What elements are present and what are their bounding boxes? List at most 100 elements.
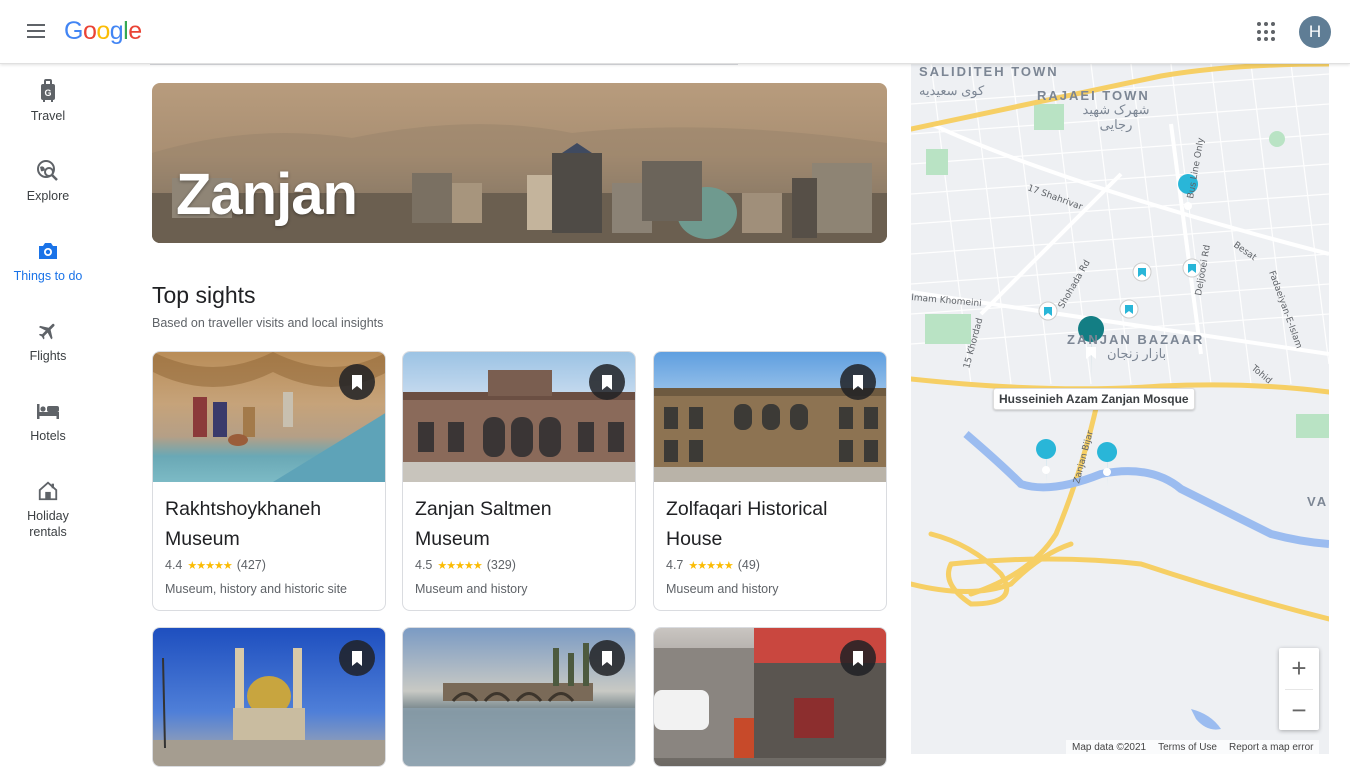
terms-link[interactable]: Terms of Use xyxy=(1158,742,1217,753)
map-zoom-controls: + − xyxy=(1279,648,1319,730)
logo-letter: o xyxy=(96,17,110,45)
review-count: (49) xyxy=(737,558,760,572)
sight-rating: 4.5 ★★★★★ (329) xyxy=(403,554,635,572)
review-count: (427) xyxy=(236,558,266,572)
apps-dot xyxy=(1257,29,1261,34)
sight-name: Zanjan Saltmen Museum xyxy=(415,498,552,550)
map-area-label: ZANJAN BAZAAR xyxy=(1067,332,1205,347)
apps-dot xyxy=(1264,29,1268,34)
side-navigation: G Travel Explore Things to do Flights Ho… xyxy=(0,64,96,544)
google-logo[interactable]: Google xyxy=(64,17,142,46)
nav-label: Travel xyxy=(30,109,66,123)
nav-item-explore[interactable]: Explore xyxy=(0,144,96,224)
sight-card[interactable] xyxy=(152,627,386,767)
explore-icon xyxy=(0,158,96,184)
apps-dot xyxy=(1271,37,1275,42)
menu-icon xyxy=(27,24,45,26)
apps-dot xyxy=(1257,37,1261,42)
street-label: 17 Shahrivar xyxy=(1026,183,1084,212)
menu-icon-line xyxy=(27,36,45,38)
nav-label: Holiday rentals xyxy=(27,509,69,539)
sight-photo xyxy=(403,352,635,482)
logo-letter: o xyxy=(82,17,97,45)
save-bookmark-button[interactable] xyxy=(589,364,625,400)
camera-icon xyxy=(0,238,96,264)
map-area-label: VAH xyxy=(1307,494,1329,509)
bookmark-icon xyxy=(602,374,612,390)
sight-card[interactable] xyxy=(402,627,636,767)
save-bookmark-button[interactable] xyxy=(339,640,375,676)
menu-icon-line xyxy=(27,30,45,32)
sight-photo xyxy=(654,352,886,482)
map-area-label-fa: کوی سعیدیه xyxy=(919,83,985,98)
section-subtitle: Based on traveller visits and local insi… xyxy=(152,316,384,330)
destination-title: Zanjan xyxy=(176,162,358,227)
top-bar: Google H xyxy=(0,0,1350,64)
stars-icon: ★★★★★ xyxy=(688,559,733,572)
main-menu-button[interactable] xyxy=(22,20,50,44)
bed-icon xyxy=(0,398,96,424)
sight-photo xyxy=(153,352,385,482)
google-apps-button[interactable] xyxy=(1255,20,1279,44)
bookmark-icon xyxy=(853,650,863,666)
nav-label: Things to do xyxy=(13,269,83,283)
nav-item-hotels[interactable]: Hotels xyxy=(0,384,96,464)
plane-icon xyxy=(0,318,96,344)
nav-item-holiday-rentals[interactable]: Holiday rentals xyxy=(0,464,96,544)
stars-icon: ★★★★★ xyxy=(187,559,232,572)
map-footer: Map data ©2021 Terms of Use Report a map… xyxy=(1066,740,1320,754)
nav-item-flights[interactable]: Flights xyxy=(0,304,96,384)
sight-card[interactable]: Rakhtshoykhaneh Museum 4.4 ★★★★★ (427) M… xyxy=(152,351,386,611)
sight-photo xyxy=(153,628,385,766)
nav-item-things-to-do[interactable]: Things to do xyxy=(0,224,96,304)
rating-value: 4.5 xyxy=(415,558,433,572)
zoom-in-button[interactable]: + xyxy=(1279,648,1319,689)
nav-label: Hotels xyxy=(30,429,66,443)
bookmark-icon xyxy=(602,650,612,666)
bookmark-icon xyxy=(352,650,362,666)
map-area-label-fa: بازار زنجان xyxy=(1107,346,1167,361)
rating-value: 4.7 xyxy=(666,558,684,572)
map-area-label: RAJAEI TOWN xyxy=(1037,88,1150,103)
apps-dot xyxy=(1271,29,1275,34)
sight-rating: 4.4 ★★★★★ (427) xyxy=(153,554,385,572)
rating-value: 4.4 xyxy=(165,558,183,572)
nav-label: Flights xyxy=(29,349,67,363)
sight-card[interactable]: Zanjan Saltmen Museum 4.5 ★★★★★ (329) Mu… xyxy=(402,351,636,611)
selected-place-label[interactable]: Husseinieh Azam Zanjan Mosque xyxy=(993,388,1195,410)
bookmark-icon xyxy=(853,374,863,390)
save-bookmark-button[interactable] xyxy=(339,364,375,400)
street-label: Bus Line Only xyxy=(1186,136,1207,199)
save-bookmark-button[interactable] xyxy=(840,364,876,400)
apps-icon xyxy=(1257,22,1261,26)
sight-photo xyxy=(403,628,635,766)
sight-rating: 4.7 ★★★★★ (49) xyxy=(654,554,886,572)
section-title: Top sights xyxy=(152,282,256,308)
logo-letter: G xyxy=(64,17,83,45)
sight-category: Museum and history xyxy=(415,582,528,596)
account-avatar[interactable]: H xyxy=(1299,16,1331,48)
map-area-label-fa: شهرک شهید رجایی xyxy=(1082,102,1150,132)
apps-dot xyxy=(1264,37,1268,42)
save-bookmark-button[interactable] xyxy=(840,640,876,676)
apps-dot xyxy=(1271,22,1275,26)
nav-item-travel[interactable]: G Travel xyxy=(0,64,96,144)
sight-category: Museum, history and historic site xyxy=(165,582,348,596)
report-error-link[interactable]: Report a map error xyxy=(1229,742,1313,753)
sight-card[interactable] xyxy=(653,627,887,767)
bookmark-icon xyxy=(352,374,362,390)
save-bookmark-button[interactable] xyxy=(589,640,625,676)
apps-dot xyxy=(1264,22,1268,26)
luggage-icon: G xyxy=(0,78,96,104)
svg-text:G: G xyxy=(44,88,51,98)
review-count: (329) xyxy=(486,558,516,572)
zoom-out-button[interactable]: − xyxy=(1279,690,1319,731)
sight-card[interactable]: Zolfaqari Historical House 4.7 ★★★★★ (49… xyxy=(653,351,887,611)
destination-hero-image: Zanjan xyxy=(152,83,887,243)
map-area-label: SALIDITEH TOWN xyxy=(919,64,1059,79)
street-label: Tohid xyxy=(1248,363,1273,386)
sight-name: Zolfaqari Historical House xyxy=(666,498,828,550)
map-data-attribution: Map data ©2021 xyxy=(1072,741,1147,753)
sight-name: Rakhtshoykhaneh Museum xyxy=(165,498,322,550)
sight-photo xyxy=(654,628,886,766)
